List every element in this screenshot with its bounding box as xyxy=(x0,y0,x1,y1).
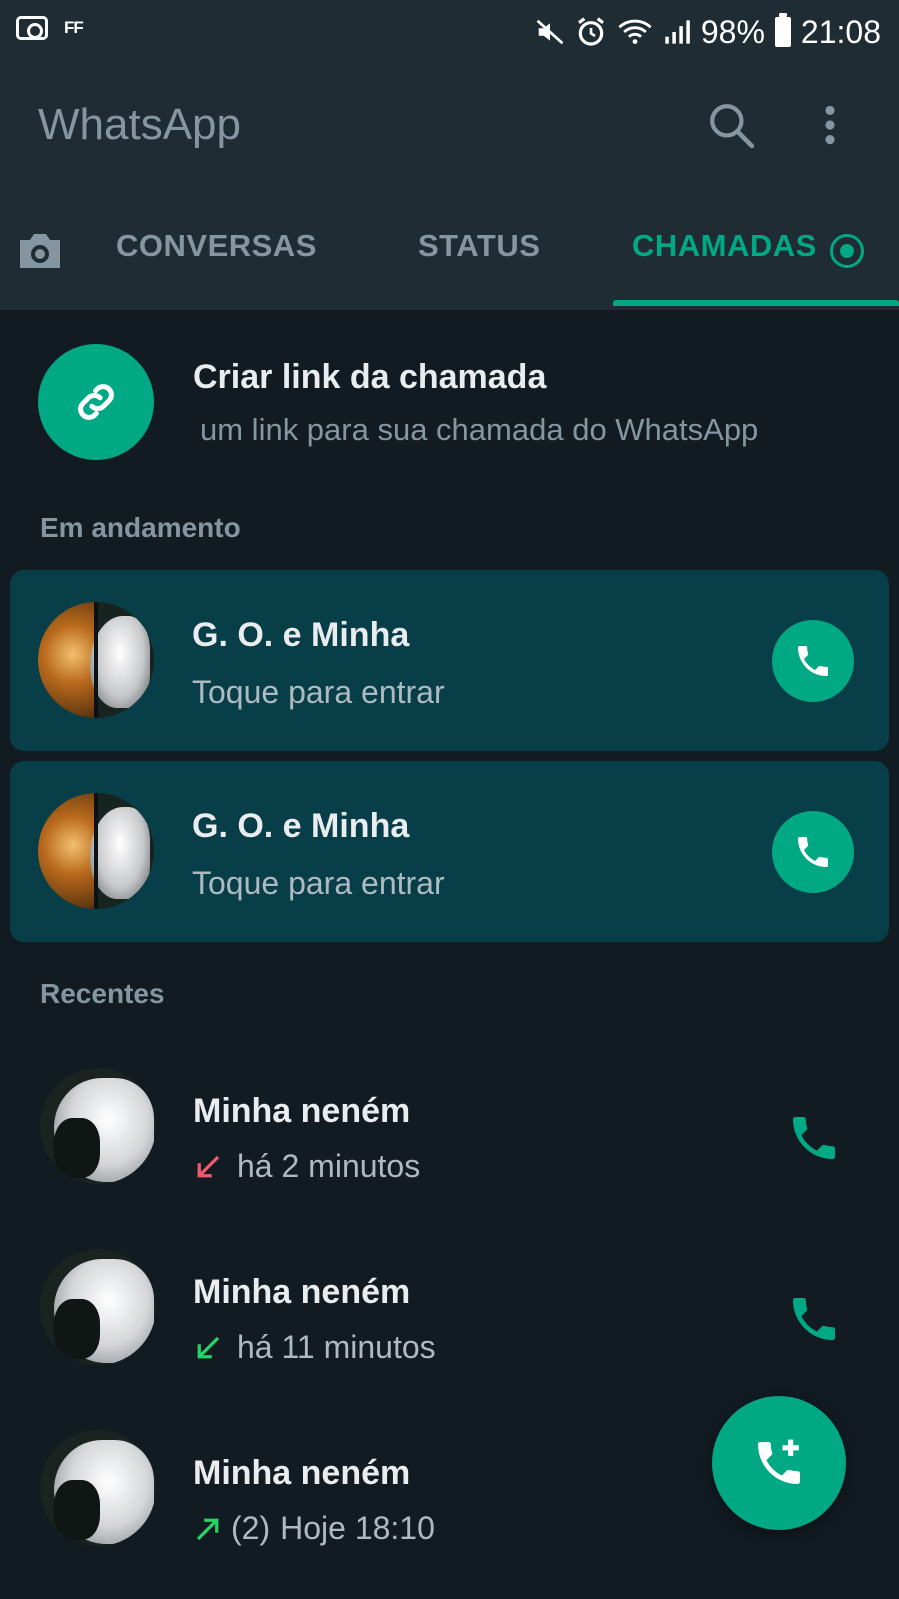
ongoing-call-subtitle: Toque para entrar xyxy=(192,865,445,901)
phone-icon xyxy=(798,646,828,676)
outgoing-call-arrow-icon xyxy=(196,1518,219,1540)
clock: 21:08 xyxy=(800,14,881,50)
ongoing-call-name: G. O. e Minha xyxy=(192,616,410,654)
wifi-icon xyxy=(617,17,653,47)
recent-section-label: Recentes xyxy=(40,978,165,1009)
join-call-button[interactable] xyxy=(772,811,854,893)
group-avatar xyxy=(38,602,154,718)
link-icon xyxy=(38,344,154,460)
ongoing-call-card[interactable]: G. O. e Minha Toque para entrar xyxy=(10,570,889,751)
camera-icon[interactable] xyxy=(14,226,66,274)
recent-call-name: Minha neném xyxy=(193,1454,411,1492)
recent-call-row[interactable]: Minha neném há 11 minutos xyxy=(0,1231,899,1381)
more-vert-icon[interactable] xyxy=(815,100,845,150)
avatar[interactable] xyxy=(40,1068,156,1184)
mute-icon xyxy=(535,17,565,47)
tab-indicator xyxy=(613,300,899,306)
ongoing-call-name: G. O. e Minha xyxy=(192,807,410,845)
screen-record-icon xyxy=(16,16,48,40)
incoming-call-arrow-icon xyxy=(197,1336,220,1358)
call-back-icon[interactable] xyxy=(786,1110,842,1166)
tab-conversas[interactable]: CONVERSAS xyxy=(116,228,317,272)
alarm-icon xyxy=(575,16,607,48)
phone-icon xyxy=(798,837,828,867)
recent-call-time: Hoje 18:10 xyxy=(280,1510,435,1546)
recent-call-row[interactable]: Minha neném há 2 minutos xyxy=(0,1050,899,1200)
missed-call-arrow-icon xyxy=(197,1155,220,1177)
status-bar: FF 98% 21:08 xyxy=(0,0,899,64)
avatar[interactable] xyxy=(40,1249,156,1365)
recent-call-time: há 11 minutos xyxy=(237,1329,436,1365)
recent-call-time: há 2 minutos xyxy=(237,1148,421,1184)
recent-call-name: Minha neném xyxy=(193,1092,411,1130)
create-link-title: Criar link da chamada xyxy=(193,358,547,396)
recent-call-name: Minha neném xyxy=(193,1273,411,1311)
battery-percentage: 98% xyxy=(700,14,765,50)
search-icon[interactable] xyxy=(706,100,756,150)
create-call-link[interactable]: Criar link da chamada um link para sua c… xyxy=(0,330,899,480)
tab-status[interactable]: STATUS xyxy=(418,228,540,272)
avatar[interactable] xyxy=(40,1430,156,1546)
call-back-icon[interactable] xyxy=(786,1291,842,1347)
battery-icon xyxy=(774,13,791,47)
new-activity-dot-icon xyxy=(830,234,864,268)
recent-call-meta: (2) Hoje 18:10 xyxy=(193,1510,435,1547)
recent-call-meta: há 2 minutos xyxy=(193,1148,420,1185)
ongoing-section-label: Em andamento xyxy=(40,512,241,543)
tab-chamadas[interactable]: CHAMADAS xyxy=(632,228,817,272)
create-link-subtitle: um link para sua chamada do WhatsApp xyxy=(200,412,759,447)
add-call-icon xyxy=(758,1439,800,1484)
signal-icon xyxy=(663,17,691,47)
top-header: FF 98% 21:08 WhatsApp CONVERSAS STATUS C… xyxy=(0,0,899,310)
ongoing-call-subtitle: Toque para entrar xyxy=(192,674,445,710)
ongoing-call-card[interactable]: G. O. e Minha Toque para entrar xyxy=(10,761,889,942)
join-call-button[interactable] xyxy=(772,620,854,702)
recent-call-meta: há 11 minutos xyxy=(193,1329,436,1366)
app-title: WhatsApp xyxy=(38,100,241,149)
status-badge: FF xyxy=(64,18,84,37)
group-avatar xyxy=(38,793,154,909)
recent-call-count: (2) xyxy=(231,1510,271,1546)
new-call-button[interactable] xyxy=(712,1396,846,1530)
